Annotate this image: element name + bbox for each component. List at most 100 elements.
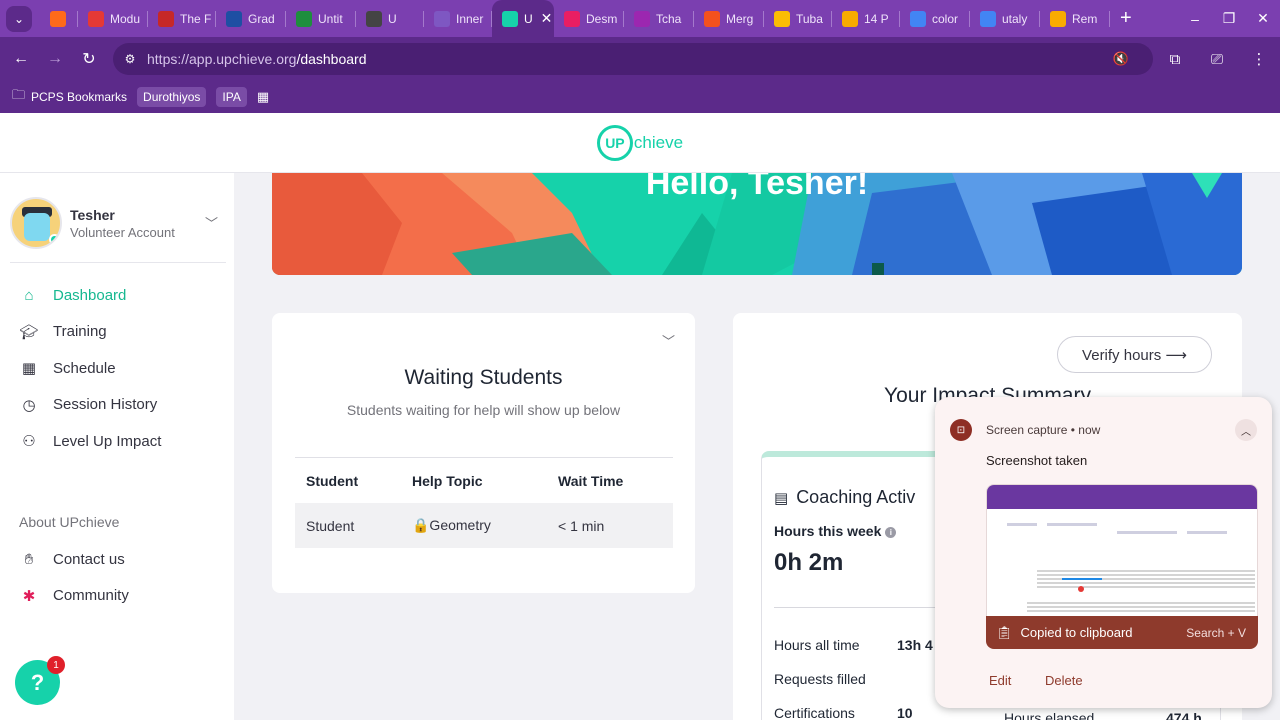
google-icon xyxy=(980,10,996,27)
flame-icon xyxy=(50,10,66,27)
waiting-title: Waiting Students xyxy=(404,366,563,389)
browser-tab[interactable]: Desm xyxy=(554,0,624,37)
browser-tab[interactable]: Tuba xyxy=(764,0,832,37)
bookmark-chip-2[interactable]: IPA xyxy=(216,87,247,107)
browser-tab[interactable]: Grad xyxy=(216,0,286,37)
tab-strip: ⌄ Modu The F Grad Untit U Inner U ✕ Desm Tcha Merg… xyxy=(0,0,1280,37)
browser-tab[interactable] xyxy=(40,0,78,37)
site-info-icon[interactable]: ⚙ xyxy=(113,52,147,66)
column-header: Help Topic xyxy=(412,472,483,489)
puzzle-icon xyxy=(434,10,450,27)
bookmark-chip-1[interactable]: Durothiyos xyxy=(137,87,207,107)
sidebar-item-schedule[interactable]: ▦ Schedule xyxy=(18,350,161,387)
browser-tab[interactable]: Merg xyxy=(694,0,764,37)
paste-shortcut: Search + V xyxy=(1186,625,1246,640)
sidebar-item-contact[interactable]: ✋︎ Contact us xyxy=(18,541,129,578)
wave-hand-icon: ✋︎ xyxy=(24,550,34,568)
profile-menu[interactable]: Tesher Volunteer Account ﹀ xyxy=(10,197,226,263)
reload-icon[interactable]: ↻ xyxy=(72,49,106,69)
stat-label: Hours all time xyxy=(774,637,860,653)
edit-button[interactable]: Edit xyxy=(989,673,1011,688)
clipboard-icon: 📋︎ xyxy=(996,624,1013,640)
info-icon[interactable]: i xyxy=(885,526,897,538)
sidebar-item-training[interactable]: 🎓︎ Training xyxy=(18,314,161,351)
graduation-cap-icon: 🎓︎ xyxy=(19,323,39,341)
tab-label: Untit xyxy=(318,11,343,26)
browser-tab[interactable]: The F xyxy=(148,0,216,37)
chevron-down-icon[interactable]: ﹀ xyxy=(662,331,675,350)
desmos-icon xyxy=(564,10,580,27)
browser-tab[interactable]: Inner xyxy=(424,0,492,37)
calendar-icon: ▦ xyxy=(21,360,37,378)
screen-capture-icon: ⊡ xyxy=(950,419,972,441)
apps-button[interactable]: ▦ xyxy=(257,89,269,105)
tab-label: U xyxy=(524,11,533,26)
sidebar-item-level-up-impact[interactable]: ⚇ Level Up Impact xyxy=(18,423,161,460)
sis-icon xyxy=(226,10,242,27)
cast-icon[interactable]: ⎚ xyxy=(1196,51,1238,68)
notification-source: Screen capture • now xyxy=(986,423,1101,437)
browser-tab[interactable]: Modu xyxy=(78,0,148,37)
address-bar[interactable]: ⚙ https://app.upchieve.org/dashboard 🔇 xyxy=(113,43,1153,75)
google-icon xyxy=(910,10,926,27)
sidebar-item-community[interactable]: ✱ Community xyxy=(18,578,129,615)
folder-icon: 🗀 xyxy=(12,87,26,102)
close-window-icon[interactable]: ✕ xyxy=(1246,10,1280,27)
chevron-down-icon[interactable]: ﹀ xyxy=(205,213,218,232)
browser-tab[interactable]: U ✕ xyxy=(492,0,554,37)
hours-week-value: 0h 2m xyxy=(774,549,844,576)
restore-icon[interactable]: ❐ xyxy=(1212,10,1246,27)
delete-button[interactable]: Delete xyxy=(1045,673,1083,688)
tab-label: Merg xyxy=(726,11,754,26)
browser-tab[interactable]: Rem xyxy=(1040,0,1110,37)
screenshot-notification[interactable]: ⊡ Screen capture • now ︿ Screenshot take… xyxy=(935,397,1272,708)
clock-icon: ◷ xyxy=(22,396,36,414)
browser-tab[interactable]: 14 P xyxy=(832,0,900,37)
topic-cell: 🔒Geometry xyxy=(412,517,491,533)
upchieve-icon xyxy=(502,10,518,27)
extensions-icon[interactable]: ⧉ xyxy=(1154,51,1196,68)
logo-word: chieve xyxy=(633,132,684,152)
sidebar-divider xyxy=(10,262,226,263)
minimize-icon[interactable]: – xyxy=(1178,11,1212,27)
sidebar-item-label: Level Up Impact xyxy=(53,432,162,450)
tab-search-button[interactable]: ⌄ xyxy=(6,5,32,32)
copied-to-clipboard-bar[interactable]: 📋︎ Copied to clipboard Search + V xyxy=(986,616,1258,649)
url-text[interactable]: https://app.upchieve.org/dashboard xyxy=(147,51,367,67)
tab-label: Inner xyxy=(456,11,484,26)
muted-icon[interactable]: 🔇 xyxy=(1113,51,1129,67)
browser-tab[interactable]: utaly xyxy=(970,0,1040,37)
browser-tab[interactable]: U xyxy=(356,0,424,37)
avatar-face xyxy=(24,213,50,241)
stat-label: Certifications xyxy=(774,705,855,720)
stat-value: 474 h xyxy=(1166,710,1202,720)
forward-icon[interactable]: → xyxy=(38,50,72,68)
mortarboard-icon xyxy=(1050,10,1066,27)
table-row[interactable]: Student 🔒Geometry < 1 min xyxy=(295,503,673,548)
sidebar-item-session-history[interactable]: ◷ Session History xyxy=(18,387,161,424)
chevron-up-icon[interactable]: ︿ xyxy=(1235,419,1257,441)
profile-text: Tesher Volunteer Account xyxy=(70,207,175,240)
browser-tab[interactable]: Tcha xyxy=(624,0,694,37)
sidebar-item-dashboard[interactable]: ⌂ Dashboard xyxy=(18,277,161,314)
bookmark-folder-label: PCPS Bookmarks xyxy=(31,90,128,104)
back-icon[interactable]: ← xyxy=(4,50,38,68)
logo-circle: UP xyxy=(596,124,633,161)
welcome-banner: Hello, Tesher! xyxy=(272,173,1242,275)
url-path: /dashboard xyxy=(296,51,367,67)
profile-role: Volunteer Account xyxy=(70,225,175,240)
drive-icon xyxy=(774,10,790,27)
bookmark-folder[interactable]: 🗀 PCPS Bookmarks xyxy=(12,86,127,108)
verify-hours-button[interactable]: Verify hours ⟶ xyxy=(1057,336,1212,373)
screenshot-thumbnail[interactable] xyxy=(986,484,1258,617)
greeting-text: Hello, Tesher! xyxy=(645,173,869,202)
upchieve-logo[interactable]: UP chieve xyxy=(596,124,684,161)
new-tab-button[interactable]: + xyxy=(1120,7,1132,30)
browser-tab[interactable]: Untit xyxy=(286,0,356,37)
notification-time: now xyxy=(1078,423,1101,437)
browser-tab[interactable]: color xyxy=(900,0,970,37)
menu-icon[interactable]: ⋮ xyxy=(1238,50,1280,68)
sidebar-nav: ⌂ Dashboard 🎓︎ Training ▦ Schedule ◷ Session… xyxy=(18,277,161,460)
close-tab-icon[interactable]: ✕ xyxy=(541,10,553,27)
help-badge: 1 xyxy=(47,656,65,674)
